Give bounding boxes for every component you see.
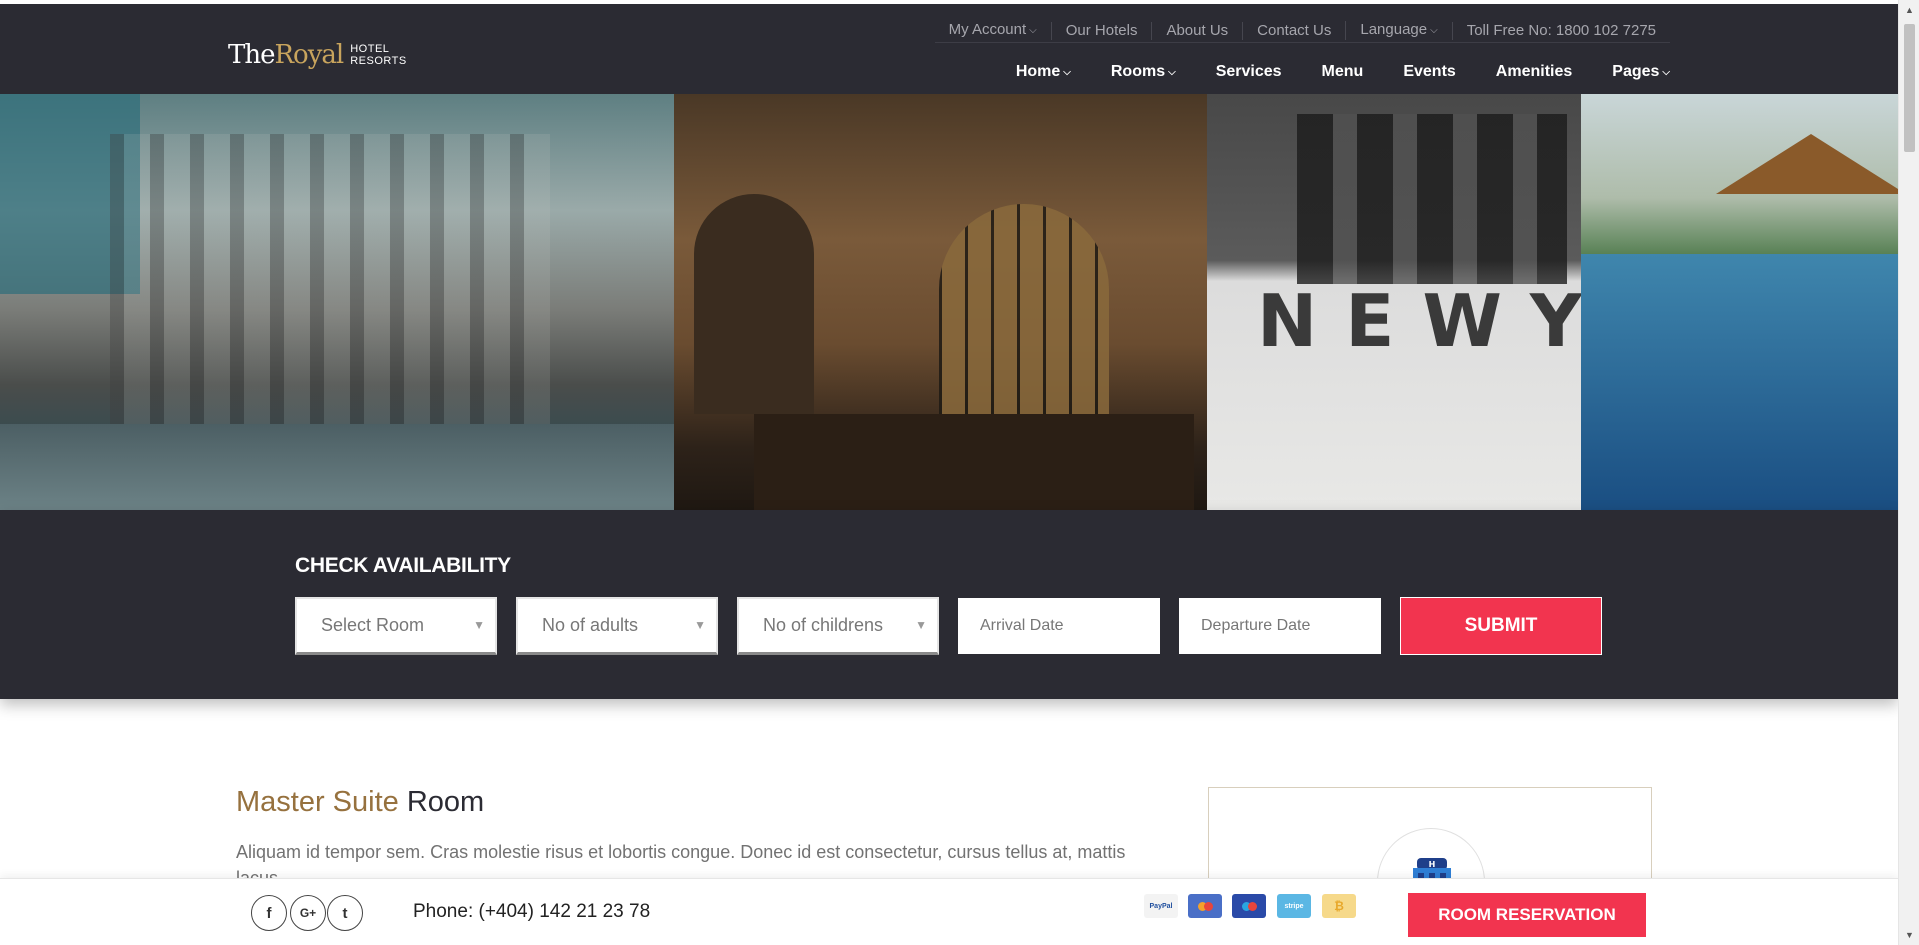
- top-link-contact-us[interactable]: Contact Us: [1242, 21, 1345, 40]
- photo-arch: [694, 194, 814, 414]
- nav-rooms[interactable]: Rooms ⌵: [1091, 60, 1196, 85]
- top-link-label: My Account: [948, 21, 1027, 38]
- stripe-icon: stripe: [1277, 894, 1311, 918]
- photo-street: [0, 424, 674, 510]
- twitter-icon[interactable]: t: [327, 895, 363, 931]
- photo-arched-window: [939, 204, 1109, 434]
- top-link-language[interactable]: Language ⌵: [1345, 21, 1451, 40]
- chevron-down-icon: ⌵: [1430, 25, 1438, 36]
- nav-amenities[interactable]: Amenities: [1476, 60, 1592, 85]
- arrival-date-input[interactable]: Arrival Date: [958, 598, 1160, 654]
- nav-home[interactable]: Home ⌵: [996, 60, 1091, 85]
- top-link-label: Language: [1360, 21, 1428, 38]
- nav-label: Pages: [1612, 63, 1660, 80]
- scroll-thumb[interactable]: [1904, 24, 1915, 152]
- bitcoin-icon: ₿: [1322, 894, 1356, 918]
- children-value: No of childrens: [763, 615, 884, 635]
- photo-sign-letters: NEWY: [1257, 279, 1610, 363]
- select-room-dropdown[interactable]: Select Room ▼: [295, 597, 497, 655]
- maestro-icon: [1232, 894, 1266, 918]
- paypal-icon: PayPal: [1144, 894, 1178, 918]
- chevron-down-icon: ⌵: [1662, 67, 1670, 78]
- logo[interactable]: The Royal HOTEL RESORTS: [228, 40, 407, 70]
- logo-subtitle: HOTEL RESORTS: [350, 43, 406, 67]
- phone-number: Phone: (+404) 142 21 23 78: [413, 901, 651, 922]
- nav-events[interactable]: Events: [1383, 60, 1475, 85]
- toll-free-number: Toll Free No: 1800 102 7275: [1451, 21, 1670, 40]
- hero-gallery: NEWY: [0, 94, 1898, 510]
- room-title-highlight: Master Suite: [236, 786, 399, 818]
- check-availability-section: CHECK AVAILABILITY Select Room ▼ No of a…: [0, 510, 1898, 699]
- chevron-down-icon: ⌵: [1168, 67, 1176, 78]
- scroll-down-arrow-icon[interactable]: ▼: [1899, 925, 1919, 945]
- room-title: Master Suite Room: [236, 786, 484, 819]
- scroll-up-arrow-icon[interactable]: ▲: [1899, 0, 1919, 20]
- main-nav: Home ⌵ Rooms ⌵ Services Menu Events Amenit…: [996, 60, 1672, 85]
- room-reservation-button[interactable]: ROOM RESERVATION: [1408, 893, 1646, 937]
- nav-pages[interactable]: Pages ⌵: [1592, 60, 1672, 85]
- google-plus-icon[interactable]: G+: [290, 895, 326, 931]
- nav-menu[interactable]: Menu: [1302, 60, 1384, 85]
- vertical-scrollbar[interactable]: ▲ ▼: [1898, 0, 1919, 945]
- check-availability-title: CHECK AVAILABILITY: [295, 554, 511, 577]
- top-link-about-us[interactable]: About Us: [1151, 21, 1242, 40]
- photo-reception-desk: [754, 414, 1194, 510]
- hero-photo-hotel-sign: NEWY: [1207, 94, 1582, 510]
- nav-services[interactable]: Services: [1196, 60, 1302, 85]
- chevron-down-icon: ⌵: [1063, 67, 1071, 78]
- hero-photo-lobby: [674, 94, 1207, 510]
- page: The Royal HOTEL RESORTS My Account ⌵ Our …: [0, 0, 1919, 945]
- room-title-rest: Room: [398, 786, 485, 818]
- photo-building-facade: [110, 134, 550, 464]
- children-dropdown[interactable]: No of childrens ▼: [737, 597, 939, 655]
- nav-label: Home: [1015, 63, 1061, 80]
- facebook-icon[interactable]: f: [251, 895, 287, 931]
- nav-label: Rooms: [1110, 63, 1166, 80]
- submit-button[interactable]: SUBMIT: [1400, 597, 1602, 655]
- photo-thatched-hut: [1716, 134, 1898, 194]
- adults-dropdown[interactable]: No of adults ▼: [516, 597, 718, 655]
- dropdown-arrow-icon: ▼: [473, 618, 485, 632]
- photo-windows: [1297, 114, 1567, 284]
- departure-date-input[interactable]: Departure Date: [1179, 598, 1381, 654]
- top-link-my-account[interactable]: My Account ⌵: [935, 21, 1051, 40]
- adults-value: No of adults: [542, 615, 639, 635]
- sticky-footer-bar: f G+ t Phone: (+404) 142 21 23 78 PayPal…: [0, 878, 1898, 945]
- site-header: The Royal HOTEL RESORTS My Account ⌵ Our …: [0, 4, 1898, 94]
- top-link-our-hotels[interactable]: Our Hotels: [1050, 21, 1152, 40]
- logo-royal: Royal: [274, 40, 344, 70]
- top-links: My Account ⌵ Our Hotels About Us Contact …: [934, 19, 1670, 43]
- hero-photo-building: [0, 94, 674, 510]
- svg-text:H: H: [1429, 860, 1436, 869]
- select-room-value: Select Room: [321, 615, 425, 635]
- logo-the: The: [228, 40, 275, 70]
- hero-photo-pool: [1581, 94, 1898, 510]
- mastercard-icon: [1188, 894, 1222, 918]
- logo-sub-resorts: RESORTS: [350, 55, 407, 67]
- dropdown-arrow-icon: ▼: [694, 618, 706, 632]
- photo-pool-water: [1581, 254, 1898, 510]
- chevron-down-icon: ⌵: [1029, 25, 1037, 36]
- dropdown-arrow-icon: ▼: [915, 618, 927, 632]
- logo-sub-hotel: HOTEL: [350, 43, 390, 55]
